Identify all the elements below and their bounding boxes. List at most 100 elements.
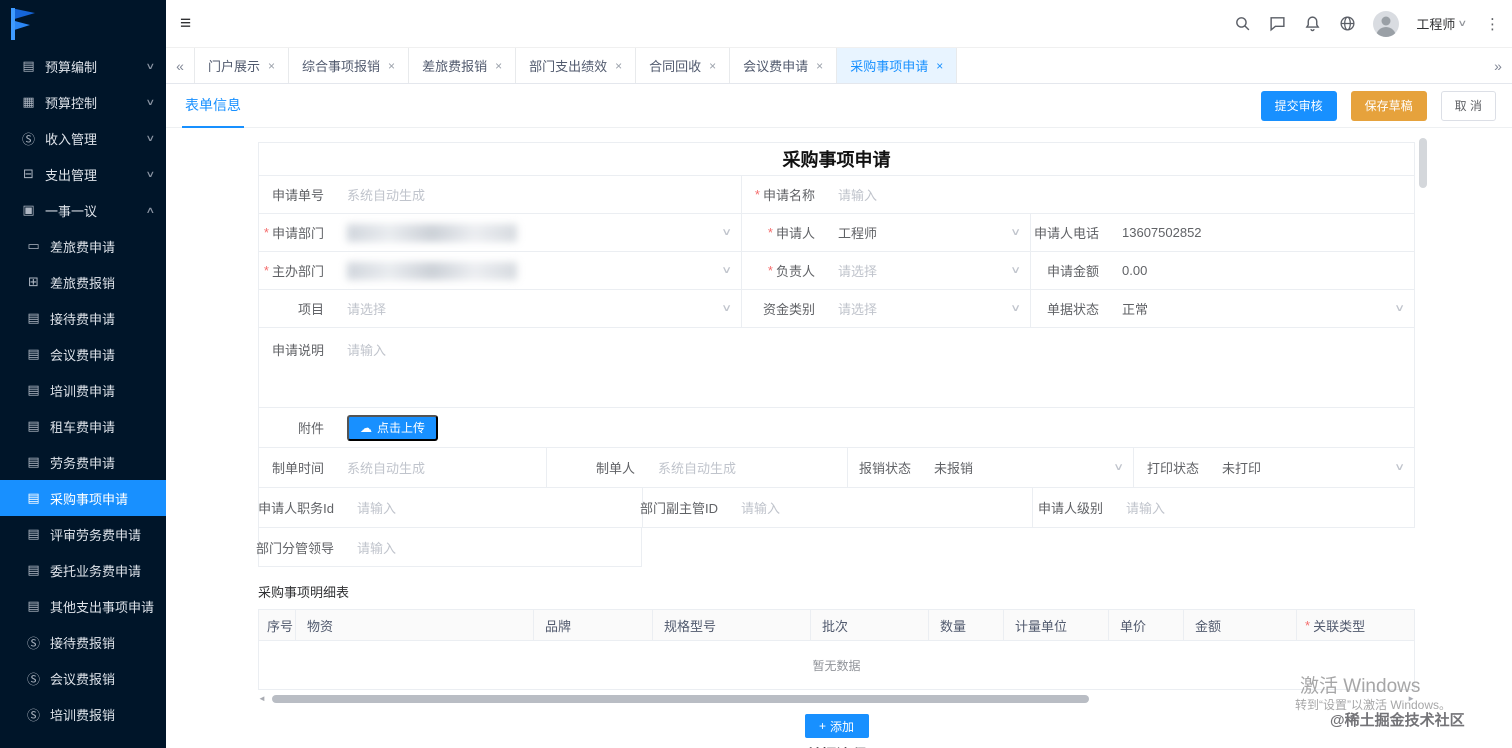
- apply-amount-field[interactable]: 0.00: [1111, 252, 1414, 289]
- fund-type-label: 资金类别: [762, 302, 815, 317]
- menu-item-icon: ▦: [22, 94, 35, 109]
- project-select[interactable]: 请选择 ∨: [336, 290, 741, 327]
- user-avatar[interactable]: [1373, 10, 1400, 37]
- apply-name-field[interactable]: 请输入: [827, 176, 1414, 213]
- more-options-icon[interactable]: ⋮: [1483, 15, 1502, 33]
- dept-vice-id-field[interactable]: 请输入: [730, 488, 1032, 527]
- page-tab[interactable]: 门户展示 ×: [194, 48, 290, 83]
- detail-column-header: 金额: [1184, 610, 1297, 640]
- sidebar-submenu-item[interactable]: ▤ 劳务费申请: [0, 444, 166, 480]
- applicant-phone-field[interactable]: 13607502852: [1111, 214, 1414, 251]
- message-icon[interactable]: [1268, 15, 1286, 33]
- charge-person-select[interactable]: 请选择 ∨: [827, 252, 1030, 289]
- tab-close-icon[interactable]: ×: [388, 60, 395, 72]
- scrollbar-thumb[interactable]: [1419, 138, 1427, 188]
- tab-form-info[interactable]: 表单信息: [182, 84, 244, 128]
- notification-bell-icon[interactable]: [1303, 15, 1321, 33]
- host-dept-select[interactable]: ∨: [336, 252, 741, 289]
- tab-close-icon[interactable]: ×: [936, 60, 943, 72]
- add-row-button[interactable]: + 添加: [804, 714, 869, 738]
- sidebar-submenu-item[interactable]: ▤ 其他支出事项申请: [0, 588, 166, 624]
- user-menu[interactable]: 工程师 ∨: [1416, 14, 1467, 33]
- sidebar-submenu-item[interactable]: ▤ 采购事项申请: [0, 480, 166, 516]
- submenu-item-icon: ▤: [27, 490, 40, 505]
- scroll-tabs-left-icon[interactable]: «: [166, 48, 194, 83]
- sidebar-submenu-item[interactable]: ▤ 评审劳务费申请: [0, 516, 166, 552]
- tab-label: 会议费申请: [743, 59, 809, 74]
- sidebar-menu-item[interactable]: ⊟ 支出管理 ∨: [0, 156, 166, 192]
- scrollbar-track[interactable]: [269, 695, 1404, 703]
- page-tab[interactable]: 合同回收 ×: [636, 48, 731, 83]
- tab-close-icon[interactable]: ×: [268, 60, 275, 72]
- applicant-level-field[interactable]: 请输入: [1115, 488, 1414, 527]
- sidebar-submenu-item[interactable]: ▤ 接待费申请: [0, 300, 166, 336]
- submenu-item-icon: ▤: [27, 454, 40, 469]
- page-tab[interactable]: 差旅费报销 ×: [409, 48, 517, 83]
- submenu-item-icon: ▤: [27, 382, 40, 397]
- sidebar-submenu-item[interactable]: ▤ 租车费申请: [0, 408, 166, 444]
- search-icon[interactable]: [1233, 15, 1251, 33]
- sidebar-submenu-item[interactable]: ▤ 培训费申请: [0, 372, 166, 408]
- apply-desc-textarea[interactable]: 请输入: [336, 328, 1414, 407]
- tab-close-icon[interactable]: ×: [816, 60, 823, 72]
- cloud-upload-icon: ☁: [360, 420, 372, 435]
- make-time-field[interactable]: 系统自动生成: [336, 448, 546, 487]
- scrollbar-thumb[interactable]: [271, 695, 1090, 703]
- reimburse-status-select[interactable]: 未报销 ∨: [923, 448, 1133, 487]
- submit-review-button[interactable]: 提交审核: [1260, 90, 1337, 121]
- dropdown-arrow-icon: ∨: [1009, 227, 1021, 238]
- dept-leader-field[interactable]: 请输入: [346, 528, 641, 566]
- apply-dept-select[interactable]: ∨: [336, 214, 741, 251]
- sidebar-menu-item[interactable]: Ⓢ 收入管理 ∨: [0, 120, 166, 156]
- upload-button[interactable]: ☁ 点击上传: [347, 414, 439, 441]
- save-draft-button[interactable]: 保存草稿: [1350, 90, 1427, 121]
- page-tab[interactable]: 综合事项报销 ×: [289, 48, 410, 83]
- detail-column-header: 批次: [811, 610, 929, 640]
- tab-close-icon[interactable]: ×: [615, 60, 622, 72]
- menu-item-icon: ⊟: [23, 166, 34, 181]
- sidebar-submenu-item[interactable]: ▭ 差旅费申请: [0, 228, 166, 264]
- dropdown-arrow-icon: ∨: [720, 265, 732, 276]
- vertical-scrollbar[interactable]: [1419, 138, 1427, 738]
- page-tab[interactable]: 采购事项申请 ×: [837, 48, 958, 83]
- sidebar-submenu-item[interactable]: Ⓢ 接待费报销: [0, 624, 166, 660]
- sidebar-submenu-item[interactable]: ⊞ 差旅费报销: [0, 264, 166, 300]
- tab-close-icon[interactable]: ×: [495, 60, 502, 72]
- collapse-sidebar-icon[interactable]: ≡: [180, 14, 191, 33]
- sidebar-menu-item[interactable]: ▦ 预算控制 ∨: [0, 84, 166, 120]
- sidebar-submenu-item[interactable]: Ⓢ 培训费报销: [0, 696, 166, 732]
- apply-no-field[interactable]: 系统自动生成: [336, 176, 741, 213]
- apply-dept-label: * 申请部门: [263, 225, 324, 241]
- applicant-phone-label: 申请人电话: [1033, 226, 1099, 241]
- sidebar-submenu-item[interactable]: Ⓢ 会议费报销: [0, 660, 166, 696]
- project-label: 项目: [297, 302, 324, 317]
- sidebar-submenu-item[interactable]: ▤ 委托业务费申请: [0, 552, 166, 588]
- sidebar-menu-item[interactable]: ▤ 预算编制 ∨: [0, 48, 166, 84]
- tab-close-icon[interactable]: ×: [709, 60, 716, 72]
- maker-field[interactable]: 系统自动生成: [647, 448, 847, 487]
- scroll-right-icon[interactable]: ►: [1407, 695, 1415, 703]
- page-tab[interactable]: 部门支出绩效 ×: [516, 48, 637, 83]
- submenu-item-label: 接待费报销: [50, 635, 116, 651]
- doc-status-select[interactable]: 正常 ∨: [1111, 290, 1414, 327]
- redacted-value: [347, 261, 517, 280]
- cancel-button[interactable]: 取 消: [1440, 90, 1496, 121]
- submenu-item-label: 会议费申请: [50, 347, 116, 363]
- fund-type-select[interactable]: 请选择 ∨: [827, 290, 1030, 327]
- submenu-item-label: 劳务费申请: [50, 455, 116, 471]
- detail-column-header: 品牌: [534, 610, 653, 640]
- page-tab[interactable]: 会议费申请 ×: [730, 48, 838, 83]
- language-globe-icon[interactable]: [1338, 15, 1356, 33]
- sidebar-submenu-item[interactable]: ▤ 会议费申请: [0, 336, 166, 372]
- sidebar-menu-item[interactable]: ▣ 一事一议 ∧: [0, 192, 166, 228]
- applicant-select[interactable]: 工程师 ∨: [827, 214, 1030, 251]
- scroll-left-icon[interactable]: ◄: [258, 695, 266, 703]
- chevron-icon: ∨: [145, 96, 156, 107]
- submenu-item-icon: ▤: [27, 346, 40, 361]
- print-status-select[interactable]: 未打印 ∨: [1211, 448, 1414, 487]
- scroll-tabs-right-icon[interactable]: »: [1484, 48, 1512, 83]
- tab-label: 门户展示: [208, 59, 261, 74]
- detail-table-header: 序号 物资 品牌 规格型号 批次 数量 计量单位 单价 金额 * 关联类型: [259, 610, 1414, 641]
- tab-label: 差旅费报销: [422, 59, 488, 74]
- applicant-post-id-field[interactable]: 请输入: [346, 488, 642, 527]
